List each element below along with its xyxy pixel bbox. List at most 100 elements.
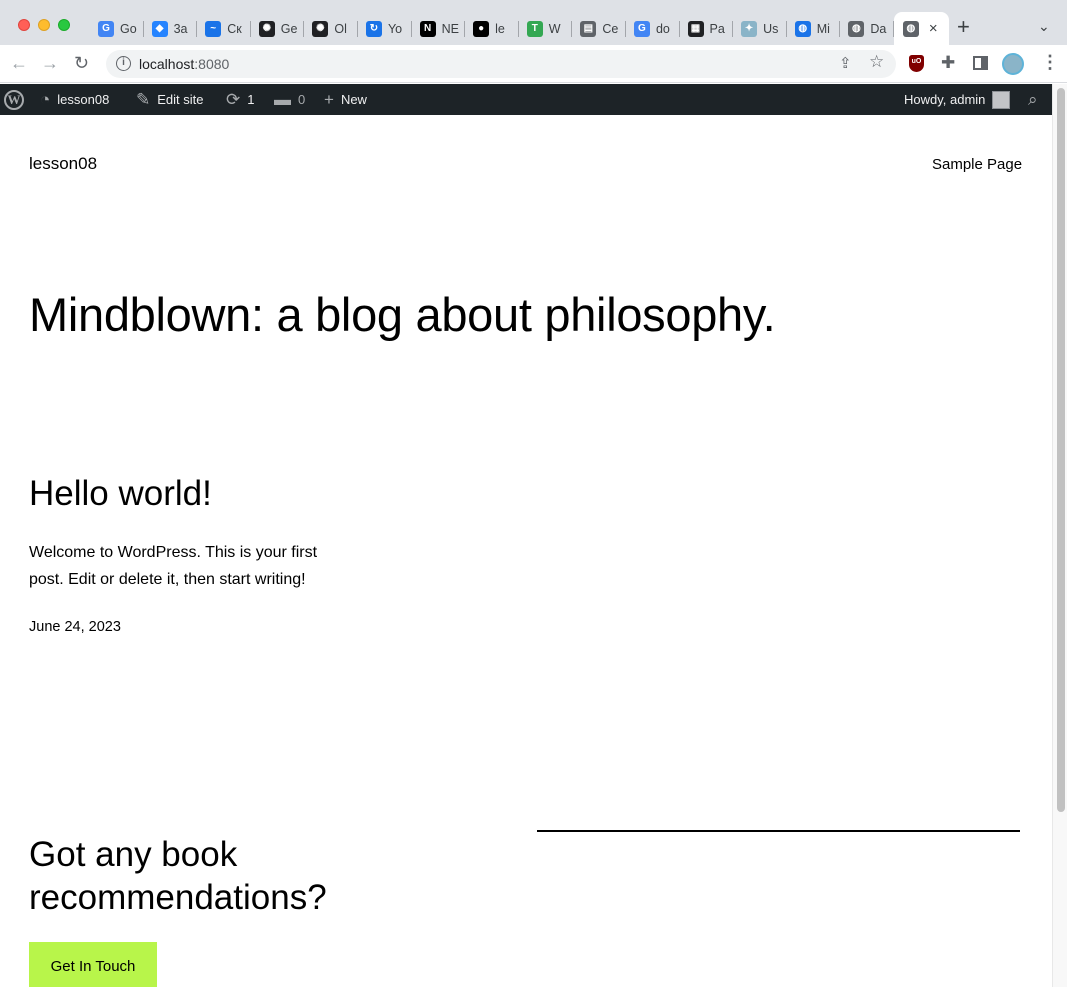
globe-icon: ◍ bbox=[902, 20, 919, 37]
browser-tab[interactable]: ◆ 3a bbox=[144, 12, 198, 45]
browser-tab[interactable]: ↻ Yo bbox=[358, 12, 412, 45]
browser-tab-active[interactable]: ◍ × bbox=[893, 12, 949, 45]
bookmark-star-icon[interactable]: ☆ bbox=[869, 52, 884, 72]
tab-strip: G Go ◆ 3a ~ Cк ✺ Ge ✺ Ol ↻ Yo N NE ● le T W ▤ Ce Gdo ▦ Pa ✦ Us ◍ M… bbox=[0, 0, 1067, 45]
comments-link[interactable]: ▬ 0 bbox=[274, 84, 305, 115]
google-icon: G bbox=[633, 20, 650, 37]
post-title-link[interactable]: Hello world! bbox=[29, 474, 212, 514]
nav-sample-page-link[interactable]: Sample Page bbox=[932, 156, 1022, 173]
browser-tab[interactable]: Gdo bbox=[626, 12, 680, 45]
section-divider bbox=[537, 830, 1020, 832]
page-viewport: W ◔ lesson08 ✎ Edit site ⟳ 1 ▬ 0 + New H… bbox=[0, 84, 1067, 987]
globe-icon: ◍ bbox=[848, 20, 865, 37]
reload-icon[interactable]: ↻ bbox=[74, 53, 89, 73]
howdy-label: Howdy, admin bbox=[904, 92, 986, 107]
address-bar[interactable]: i localhost:8080 ⇪ ☆ bbox=[106, 50, 896, 78]
tab-label: le bbox=[495, 21, 505, 36]
back-arrow-icon[interactable]: ← bbox=[10, 53, 28, 73]
site-name-label: lesson08 bbox=[57, 92, 110, 107]
wordpress-logo-menu[interactable]: W bbox=[4, 84, 24, 115]
tab-label: Us bbox=[763, 21, 779, 36]
tab-label: Go bbox=[120, 21, 137, 36]
page-scrollbar[interactable] bbox=[1052, 84, 1067, 987]
browser-toolbar: ← → ↻ i localhost:8080 ⇪ ☆ uO ✚ ⋮ bbox=[0, 45, 1067, 83]
swoosh-icon: ~ bbox=[205, 20, 222, 37]
bird-icon: ✦ bbox=[741, 20, 758, 37]
updates-count: 1 bbox=[247, 92, 255, 107]
tab-label: Ge bbox=[280, 21, 298, 36]
admin-bar-site-name[interactable]: ◔ lesson08 bbox=[40, 84, 109, 115]
tabs-container: G Go ◆ 3a ~ Cк ✺ Ge ✺ Ol ↻ Yo N NE ● le T W ▤ Ce Gdo ▦ Pa ✦ Us ◍ M… bbox=[90, 12, 949, 45]
new-content-menu[interactable]: + New bbox=[324, 84, 367, 115]
browser-tab[interactable]: ▦ Pa bbox=[680, 12, 734, 45]
notion-icon: N bbox=[419, 20, 436, 37]
url-host: localhost bbox=[139, 56, 195, 72]
dashboard-gauge-icon: ◔ bbox=[40, 90, 51, 109]
tab-label: Da bbox=[870, 21, 887, 36]
minimize-window-button[interactable] bbox=[38, 19, 50, 31]
user-avatar-icon bbox=[992, 90, 1011, 109]
tab-search-chevron-icon[interactable]: ⌄ bbox=[1038, 18, 1050, 35]
plus-icon: + bbox=[324, 90, 334, 109]
comments-count: 0 bbox=[298, 92, 306, 107]
tab-label: W bbox=[548, 21, 561, 36]
table-icon: T bbox=[526, 20, 543, 37]
browser-tab[interactable]: ▤ Ce bbox=[572, 12, 626, 45]
new-tab-button[interactable]: + bbox=[957, 16, 970, 38]
browser-tab[interactable]: TW bbox=[519, 12, 573, 45]
browser-tab[interactable]: ● le bbox=[465, 12, 519, 45]
zoom-window-button[interactable] bbox=[58, 19, 70, 31]
forward-arrow-icon[interactable]: → bbox=[41, 53, 59, 73]
edit-site-label: Edit site bbox=[157, 92, 204, 107]
tab-label: Yo bbox=[387, 21, 403, 36]
site-title-link[interactable]: lesson08 bbox=[29, 154, 97, 174]
close-tab-icon[interactable]: × bbox=[929, 20, 938, 37]
edit-site-link[interactable]: ✎ Edit site bbox=[136, 84, 204, 115]
new-label: New bbox=[340, 92, 367, 107]
tab-label: Mi bbox=[816, 21, 830, 36]
browser-tab[interactable]: ◍ Mi bbox=[787, 12, 841, 45]
close-window-button[interactable] bbox=[18, 19, 30, 31]
get-in-touch-button[interactable]: Get In Touch bbox=[29, 942, 157, 987]
openai-icon: ✺ bbox=[312, 20, 329, 37]
browser-tab[interactable]: ✺ Ol bbox=[304, 12, 358, 45]
profile-avatar[interactable] bbox=[1002, 53, 1024, 75]
document-icon: ▤ bbox=[580, 20, 597, 37]
url-port: :8080 bbox=[194, 56, 230, 72]
hero-heading: Mindblown: a blog about philosophy. bbox=[29, 288, 776, 341]
comment-bubble-icon: ▬ bbox=[274, 90, 291, 109]
calendar-icon: ▦ bbox=[687, 20, 704, 37]
tab-label: NE bbox=[441, 21, 459, 36]
browser-tab[interactable]: ~ Cк bbox=[197, 12, 251, 45]
tab-label: Ce bbox=[602, 21, 619, 36]
admin-search[interactable]: ⌕ bbox=[1028, 84, 1038, 115]
site-info-icon[interactable]: i bbox=[116, 56, 131, 71]
jira-icon: ◆ bbox=[151, 20, 168, 37]
browser-tab[interactable]: ✺ Ge bbox=[251, 12, 305, 45]
browser-menu-icon[interactable]: ⋮ bbox=[1041, 52, 1059, 73]
extensions-puzzle-icon[interactable]: ✚ bbox=[941, 53, 955, 73]
side-panel-icon[interactable] bbox=[973, 56, 988, 70]
ublock-extension-icon[interactable]: uO bbox=[909, 55, 924, 72]
browser-tab[interactable]: ✦ Us bbox=[733, 12, 787, 45]
tab-label: Cк bbox=[227, 21, 242, 36]
my-account-menu[interactable]: Howdy, admin bbox=[904, 84, 1011, 115]
share-icon[interactable]: ⇪ bbox=[839, 54, 852, 72]
tab-label: Ol bbox=[334, 21, 347, 36]
url-text[interactable]: localhost:8080 bbox=[139, 56, 229, 72]
wp-admin-bar: W ◔ lesson08 ✎ Edit site ⟳ 1 ▬ 0 + New H… bbox=[0, 84, 1052, 115]
browser-tab[interactable]: N NE bbox=[412, 12, 466, 45]
brush-icon: ✎ bbox=[136, 90, 151, 109]
wordpress-logo-icon: W bbox=[4, 89, 24, 110]
tab-label: do bbox=[655, 21, 670, 36]
cta-heading: Got any book recommendations? bbox=[29, 835, 327, 917]
tab-label: 3a bbox=[173, 21, 188, 36]
browser-tab[interactable]: ◍ Da bbox=[840, 12, 894, 45]
updates-link[interactable]: ⟳ 1 bbox=[226, 84, 254, 115]
google-translate-icon: G bbox=[98, 20, 114, 37]
post-date[interactable]: June 24, 2023 bbox=[29, 619, 121, 635]
post-excerpt: Welcome to WordPress. This is your first… bbox=[29, 544, 318, 588]
browser-tab[interactable]: G Go bbox=[90, 12, 144, 45]
openai-icon: ✺ bbox=[258, 20, 275, 37]
scrollbar-thumb[interactable] bbox=[1057, 88, 1065, 812]
